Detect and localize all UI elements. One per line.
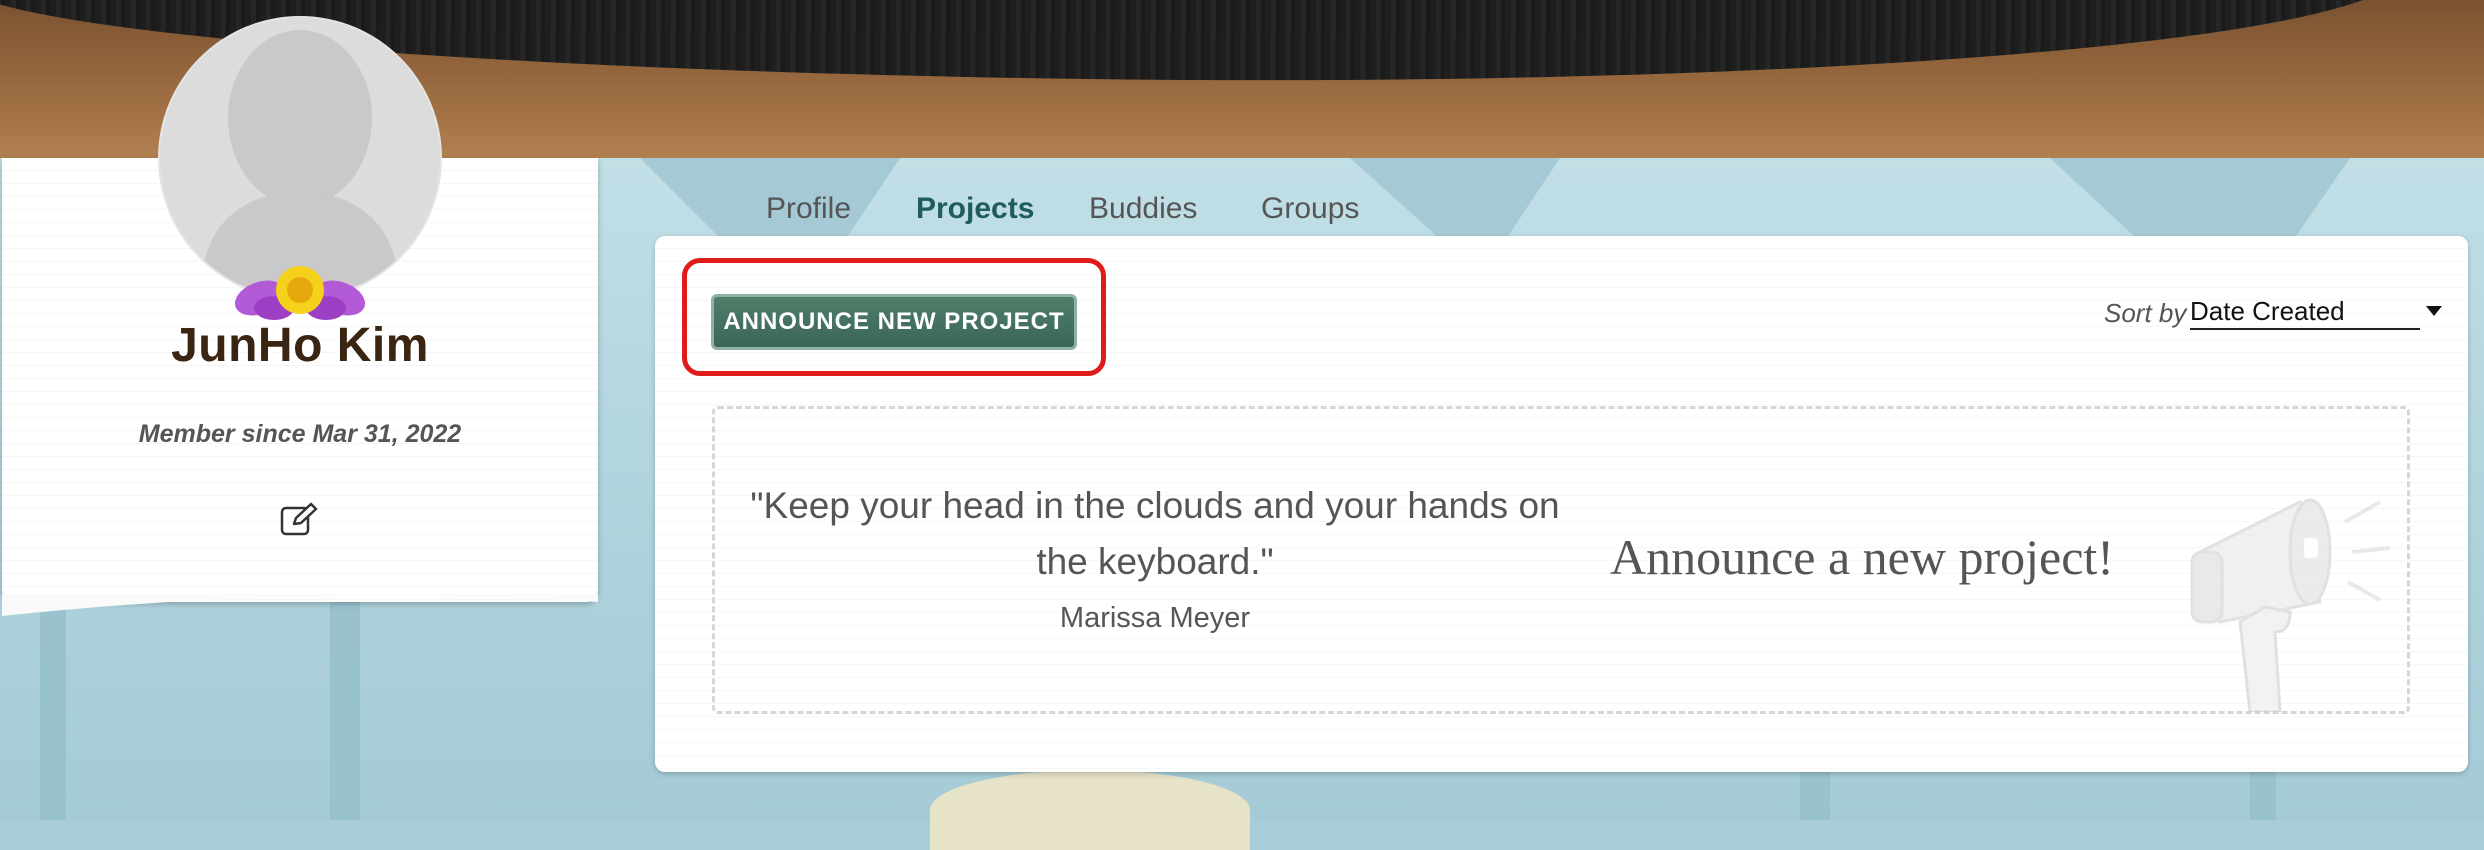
chevron-down-icon <box>2426 306 2442 316</box>
tab-groups[interactable]: Groups <box>1261 192 1359 226</box>
user-name: JunHo Kim <box>171 319 429 372</box>
default-avatar-silhouette <box>200 30 400 298</box>
tab-profile[interactable]: Profile <box>766 192 851 226</box>
announce-new-project-button[interactable]: ANNOUNCE NEW PROJECT <box>711 294 1077 350</box>
announce-new-project-cta[interactable]: Announce a new project! <box>1610 528 2114 586</box>
sort-select-value: Date Created <box>2190 296 2345 326</box>
sort-by-label: Sort by <box>2104 298 2187 328</box>
sort-select[interactable]: Date Created <box>2190 296 2442 330</box>
edit-icon[interactable] <box>280 502 318 536</box>
ground-hill <box>930 770 1250 850</box>
tab-projects[interactable]: Projects <box>916 192 1034 226</box>
card-wave-edge <box>2 594 598 616</box>
megaphone-icon <box>2190 498 2391 712</box>
quote-author: Marissa Meyer <box>1059 602 1251 634</box>
member-since: Member since Mar 31, 2022 <box>138 420 462 448</box>
tab-buddies[interactable]: Buddies <box>1089 192 1197 226</box>
quote-text: "Keep your head in the clouds and your h… <box>750 485 1560 582</box>
avatar[interactable] <box>160 18 440 298</box>
